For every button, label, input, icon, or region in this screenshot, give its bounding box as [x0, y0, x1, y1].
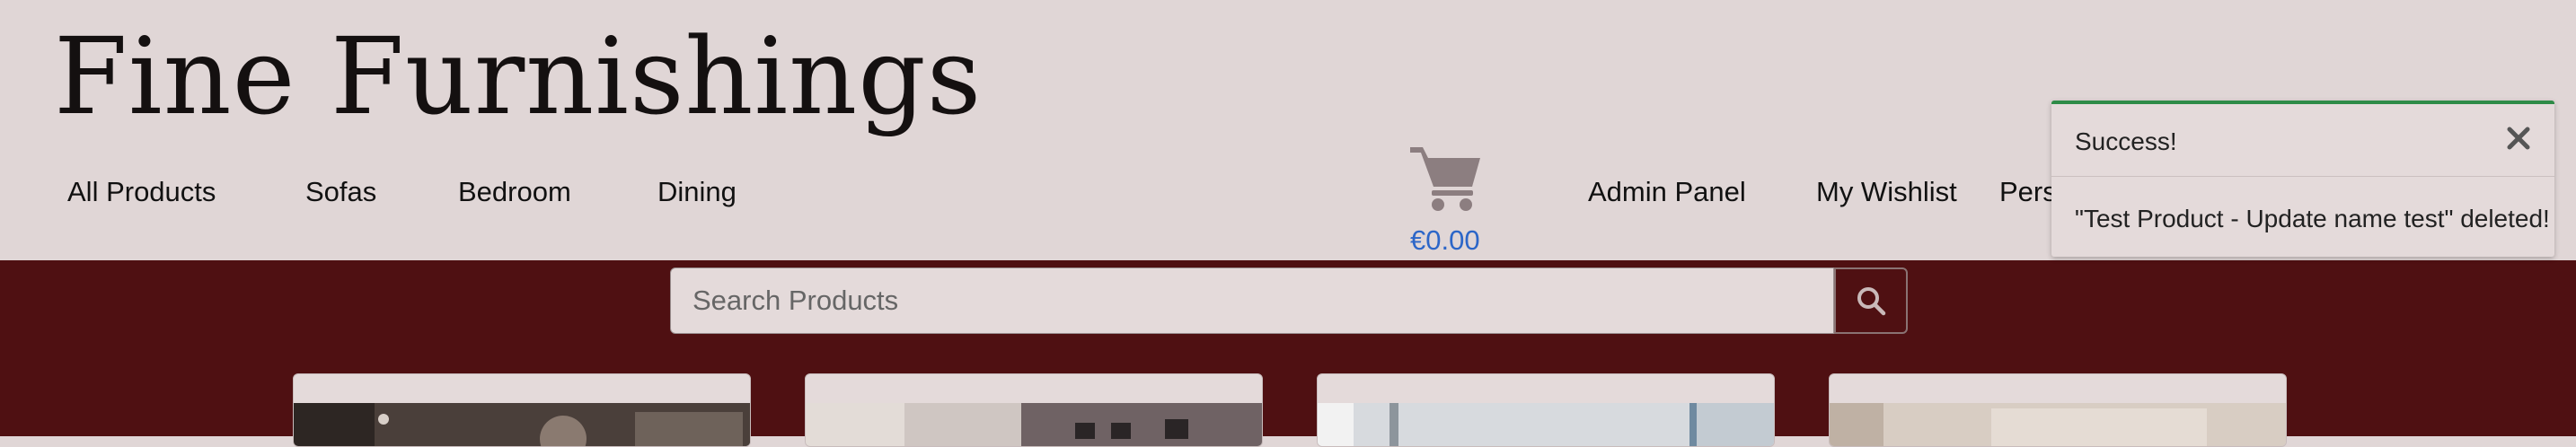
nav-my-wishlist[interactable]: My Wishlist	[1816, 176, 1957, 208]
cart-icon	[1410, 147, 1480, 211]
nav-personal[interactable]: Pers	[1999, 176, 2057, 208]
nav-all-products[interactable]: All Products	[67, 176, 216, 208]
toast-title: Success!	[2075, 127, 2177, 155]
product-image	[806, 403, 1262, 446]
search-icon	[1857, 287, 1886, 316]
close-icon	[2507, 127, 2530, 150]
nav-dining[interactable]: Dining	[657, 176, 737, 208]
cart-total[interactable]: €0.00	[1410, 224, 1480, 257]
search-button[interactable]	[1834, 267, 1908, 334]
search-input[interactable]	[670, 267, 1834, 334]
product-image	[1318, 403, 1774, 446]
toast-divider	[2051, 176, 2554, 177]
product-image	[294, 403, 750, 446]
nav-admin-panel[interactable]: Admin Panel	[1588, 176, 1746, 208]
nav-bedroom[interactable]: Bedroom	[458, 176, 571, 208]
toast-close-button[interactable]	[2502, 122, 2535, 154]
success-toast: Success! "Test Product - Update name tes…	[2051, 101, 2554, 257]
toast-message: "Test Product - Update name test" delete…	[2075, 205, 2550, 232]
site-logo[interactable]: Fine Furnishings	[54, 9, 982, 144]
product-image	[1830, 403, 2286, 446]
nav-sofas[interactable]: Sofas	[305, 176, 376, 208]
cart-button[interactable]	[1408, 142, 1484, 214]
